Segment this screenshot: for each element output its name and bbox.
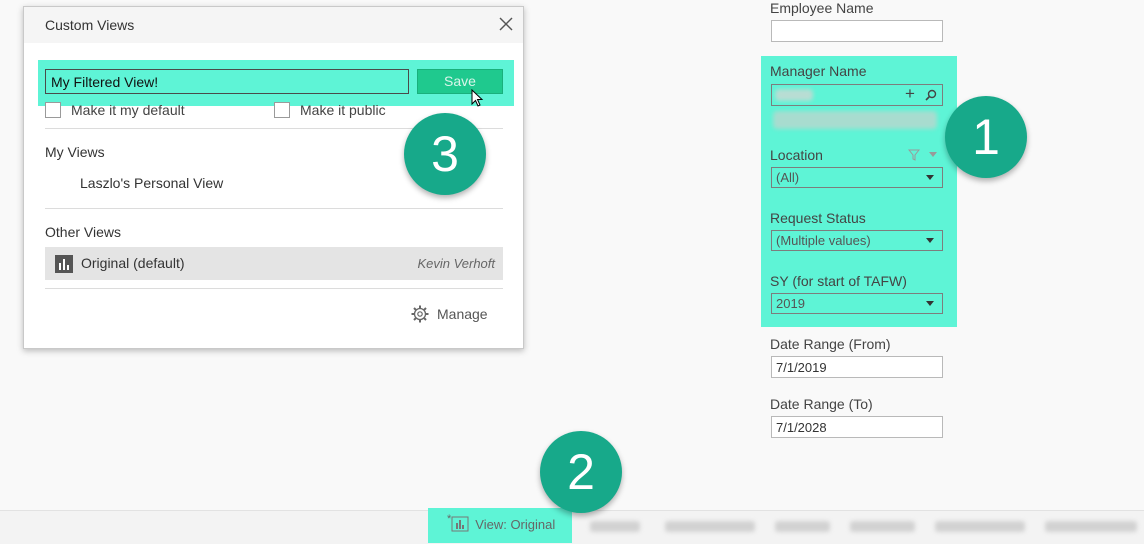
callout-1: 1 <box>945 96 1027 178</box>
request-status-value: (Multiple values) <box>776 233 871 248</box>
other-view-item[interactable]: Original (default) Kevin Verhoft <box>45 247 503 280</box>
other-view-author: Kevin Verhoft <box>417 256 495 271</box>
make-default-checkbox[interactable] <box>45 102 61 118</box>
make-public-option[interactable]: Make it public <box>274 102 386 118</box>
toolbar-item-blurred[interactable] <box>935 521 1025 532</box>
chevron-down-icon <box>926 175 934 180</box>
make-public-label: Make it public <box>300 102 386 118</box>
manager-name-redacted-value <box>775 89 813 101</box>
sy-value: 2019 <box>776 296 805 311</box>
add-icon[interactable]: + <box>905 84 915 104</box>
save-button[interactable]: Save <box>417 69 503 94</box>
dialog-title: Custom Views <box>45 17 135 33</box>
mouse-cursor-icon <box>471 89 484 107</box>
toolbar-item-blurred[interactable] <box>850 521 915 532</box>
employee-name-label: Employee Name <box>770 0 874 16</box>
location-menu-caret-icon[interactable] <box>929 152 937 157</box>
callout-3: 3 <box>404 113 486 195</box>
callout-2: 2 <box>540 431 622 513</box>
sy-label: SY (for start of TAFW) <box>770 273 907 289</box>
modified-marker: * <box>447 513 452 525</box>
toolbar-item-blurred[interactable] <box>590 521 640 532</box>
divider <box>45 288 503 289</box>
my-view-item[interactable]: Laszlo's Personal View <box>80 175 223 191</box>
manage-button[interactable]: Manage <box>411 305 488 323</box>
sy-dropdown[interactable]: 2019 <box>771 293 943 314</box>
make-public-checkbox[interactable] <box>274 102 290 118</box>
gear-icon <box>411 305 429 323</box>
bar-chart-icon <box>55 255 73 273</box>
date-from-label: Date Range (From) <box>770 336 891 352</box>
dialog-header: Custom Views <box>24 7 523 43</box>
date-to-label: Date Range (To) <box>770 396 873 412</box>
view-name-input[interactable] <box>45 69 409 94</box>
location-value: (All) <box>776 170 800 185</box>
close-icon[interactable] <box>497 15 515 33</box>
filter-funnel-icon[interactable] <box>908 149 920 161</box>
chevron-down-icon <box>926 238 934 243</box>
manage-label: Manage <box>437 306 488 322</box>
view-label: View: Original <box>475 516 556 532</box>
location-dropdown[interactable]: (All) <box>771 167 943 188</box>
toolbar-item-blurred[interactable] <box>665 521 755 532</box>
my-views-title: My Views <box>45 144 105 160</box>
date-to-input[interactable]: 7/1/2028 <box>771 416 943 438</box>
date-from-input[interactable]: 7/1/2019 <box>771 356 943 378</box>
manager-name-label: Manager Name <box>770 63 867 79</box>
manager-name-redacted-item[interactable] <box>773 111 937 129</box>
divider <box>45 208 503 209</box>
chevron-down-icon <box>926 301 934 306</box>
other-view-name: Original (default) <box>81 255 185 271</box>
custom-view-icon <box>451 516 469 532</box>
make-default-option[interactable]: Make it my default <box>45 102 185 118</box>
other-views-title: Other Views <box>45 224 121 240</box>
toolbar-item-blurred[interactable] <box>1045 521 1137 532</box>
request-status-dropdown[interactable]: (Multiple values) <box>771 230 943 251</box>
employee-name-input[interactable] <box>771 20 943 42</box>
make-default-label: Make it my default <box>71 102 185 118</box>
request-status-label: Request Status <box>770 210 866 226</box>
location-label: Location <box>770 147 823 163</box>
toolbar-item-blurred[interactable] <box>775 521 830 532</box>
search-icon[interactable] <box>925 89 937 101</box>
custom-views-button[interactable]: * View: Original <box>447 513 556 532</box>
